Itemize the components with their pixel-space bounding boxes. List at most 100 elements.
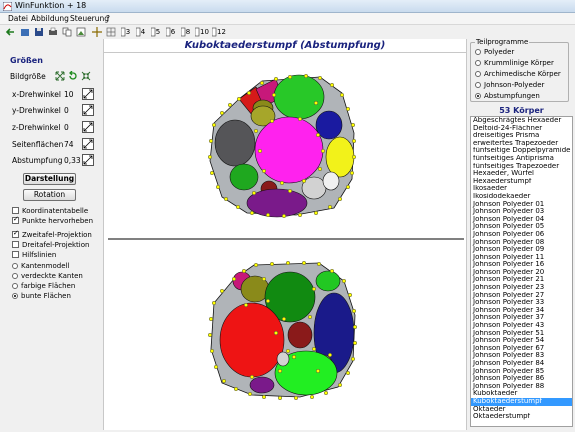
list-item[interactable]: Johnson Polyeder 23 bbox=[471, 284, 572, 292]
list-item[interactable]: Kuboktaeder bbox=[471, 390, 572, 398]
menu-help[interactable]: ? bbox=[106, 14, 110, 23]
back-arrow-icon[interactable] bbox=[5, 26, 15, 38]
list-item[interactable]: Hexaeder, Würfel bbox=[471, 170, 572, 178]
window-title: WinFunktion + 18 bbox=[15, 1, 87, 10]
list-item[interactable]: Oktaeder bbox=[471, 406, 572, 414]
list-item[interactable]: Deltoid-24-Flächner bbox=[471, 125, 572, 133]
list-item[interactable]: Johnson Polyeder 85 bbox=[471, 368, 572, 376]
list-item[interactable]: Johnson Polyeder 86 bbox=[471, 375, 572, 383]
list-item[interactable]: dreiseitiges Prisma bbox=[471, 132, 572, 140]
polygon-8-button[interactable]: 8 bbox=[179, 26, 192, 38]
save-icon[interactable] bbox=[34, 26, 44, 38]
rotation-button[interactable]: Rotation bbox=[23, 189, 76, 201]
darstellung-button[interactable]: Darstellung bbox=[23, 173, 76, 185]
farbige-flaechen-label: farbige Flächen bbox=[21, 282, 76, 290]
face bbox=[315, 270, 341, 292]
seitenflaechen-value: 74 bbox=[64, 140, 74, 149]
list-item[interactable]: Hexaederstumpf bbox=[471, 178, 572, 186]
koordinatentabelle-label: Koordinatentabelle bbox=[22, 207, 89, 215]
farbige-flaechen-radio[interactable]: farbige Flächen bbox=[12, 282, 75, 291]
list-item[interactable]: Johnson Polyeder 51 bbox=[471, 330, 572, 338]
list-item[interactable]: Johnson Polyeder 20 bbox=[471, 269, 572, 277]
open-icon[interactable] bbox=[20, 26, 30, 38]
menu-abbildung[interactable]: Abbildung bbox=[31, 14, 69, 23]
program-krummlinige-radio[interactable]: Krummlinige Körper bbox=[475, 59, 554, 68]
list-item[interactable]: Johnson Polyeder 06 bbox=[471, 231, 572, 239]
seitenflaechen-stepper[interactable] bbox=[82, 138, 94, 150]
polygon-6-button[interactable]: 6 bbox=[164, 26, 177, 38]
y-drehwinkel-stepper[interactable] bbox=[82, 104, 94, 116]
radio-circle bbox=[475, 71, 481, 77]
axes-icon[interactable] bbox=[92, 26, 102, 38]
list-item[interactable]: Johnson Polyeder 09 bbox=[471, 246, 572, 254]
list-item[interactable]: Johnson Polyeder 05 bbox=[471, 223, 572, 231]
shrink-icon[interactable] bbox=[81, 71, 91, 81]
list-item[interactable]: Johnson Polyeder 11 bbox=[471, 254, 572, 262]
list-item[interactable]: erweitertes Trapezoeder bbox=[471, 140, 572, 148]
hilfslinien-checkbox[interactable]: Hilfslinien bbox=[12, 251, 56, 260]
verdeckte-kanten-radio[interactable]: verdeckte Kanten bbox=[12, 272, 83, 281]
list-item[interactable]: Johnson Polyeder 88 bbox=[471, 383, 572, 391]
zweitafel-label: Zweitafel-Projektion bbox=[22, 231, 92, 239]
program-archimedische-radio[interactable]: Archimedische Körper bbox=[475, 70, 561, 79]
menu-steuerung[interactable]: Steuerung bbox=[70, 14, 109, 23]
bunte-flaechen-label: bunte Flächen bbox=[21, 292, 71, 300]
print-icon[interactable] bbox=[48, 26, 58, 38]
punkte-hervorheben-checkbox[interactable]: Punkte hervorheben bbox=[12, 215, 93, 226]
x-drehwinkel-stepper[interactable] bbox=[82, 88, 94, 100]
toolbar: 3 4 5 6 8 10 12 bbox=[0, 25, 470, 39]
dreitafel-checkbox[interactable]: Dreitafel-Projektion bbox=[12, 241, 89, 250]
abstumpfung-stepper[interactable] bbox=[82, 154, 94, 166]
menu-datei[interactable]: Datei bbox=[8, 14, 28, 23]
list-item[interactable]: Johnson Polyeder 16 bbox=[471, 261, 572, 269]
drawing-canvas[interactable] bbox=[104, 53, 466, 430]
polygon-3-button[interactable]: 3 bbox=[119, 26, 132, 38]
checkbox-box bbox=[12, 251, 19, 258]
stepper-arrows-icon bbox=[83, 89, 93, 99]
zweitafel-checkbox[interactable]: Zweitafel-Projektion bbox=[12, 229, 92, 240]
list-item[interactable]: Johnson Polyeder 03 bbox=[471, 208, 572, 216]
verdeckte-kanten-label: verdeckte Kanten bbox=[21, 272, 83, 280]
z-drehwinkel-stepper[interactable] bbox=[82, 121, 94, 133]
list-item[interactable]: fünfseitige Doppelpyramide bbox=[471, 147, 572, 155]
y-drehwinkel-value: 0 bbox=[64, 106, 69, 115]
polygon-12-button[interactable]: 12 bbox=[211, 26, 227, 38]
list-item[interactable]: Ikosidodekaeder bbox=[471, 193, 572, 201]
enlarge-icon[interactable] bbox=[55, 71, 65, 81]
list-item[interactable]: Johnson Polyeder 43 bbox=[471, 322, 572, 330]
program-johnson-radio[interactable]: Johnson-Polyeder bbox=[475, 81, 544, 90]
list-item[interactable]: Johnson Polyeder 34 bbox=[471, 307, 572, 315]
grid-icon[interactable] bbox=[106, 26, 116, 38]
copy-icon[interactable] bbox=[62, 26, 72, 38]
kantenmodell-radio[interactable]: Kantenmodell bbox=[12, 262, 69, 271]
koordinatentabelle-checkbox[interactable]: Koordinatentabelle bbox=[12, 207, 88, 216]
list-item[interactable]: fünfseitiges Antiprisma bbox=[471, 155, 572, 163]
list-item[interactable]: Oktaederstumpf bbox=[471, 413, 572, 421]
list-item[interactable]: Johnson Polyeder 04 bbox=[471, 216, 572, 224]
program-polyeder-radio[interactable]: Polyeder bbox=[475, 48, 514, 57]
list-item[interactable]: Johnson Polyeder 21 bbox=[471, 276, 572, 284]
list-item[interactable]: Kuboktaederstumpf bbox=[471, 397, 572, 406]
polygon-5-button[interactable]: 5 bbox=[149, 26, 162, 38]
list-item[interactable]: fünfseitiges Trapezoeder bbox=[471, 163, 572, 171]
polygon-10-button[interactable]: 10 bbox=[194, 26, 210, 38]
list-item[interactable]: Johnson Polyeder 33 bbox=[471, 299, 572, 307]
list-item[interactable]: Johnson Polyeder 27 bbox=[471, 292, 572, 300]
list-item[interactable]: Abgeschrägtes Hexaeder bbox=[471, 117, 572, 125]
list-item[interactable]: Johnson Polyeder 37 bbox=[471, 314, 572, 322]
list-item[interactable]: Ikosaeder bbox=[471, 185, 572, 193]
list-item[interactable]: Johnson Polyeder 84 bbox=[471, 360, 572, 368]
list-item[interactable]: Johnson Polyeder 83 bbox=[471, 352, 572, 360]
list-item[interactable]: Johnson Polyeder 08 bbox=[471, 239, 572, 247]
reset-icon[interactable] bbox=[68, 71, 78, 81]
list-item[interactable]: Johnson Polyeder 01 bbox=[471, 201, 572, 209]
bunte-flaechen-radio[interactable]: bunte Flächen bbox=[12, 292, 71, 301]
list-item[interactable]: Johnson Polyeder 67 bbox=[471, 345, 572, 353]
body-list[interactable]: Abgeschrägtes Hexaeder Deltoid-24-Flächne… bbox=[470, 116, 573, 427]
program-abstumpfungen-radio[interactable]: Abstumpfungen bbox=[475, 92, 540, 101]
list-item[interactable]: Johnson Polyeder 54 bbox=[471, 337, 572, 345]
polyhedron-drawing bbox=[108, 73, 464, 401]
image-icon[interactable] bbox=[76, 26, 86, 38]
polygon-4-button[interactable]: 4 bbox=[134, 26, 147, 38]
stepper-arrows-icon bbox=[83, 122, 93, 132]
